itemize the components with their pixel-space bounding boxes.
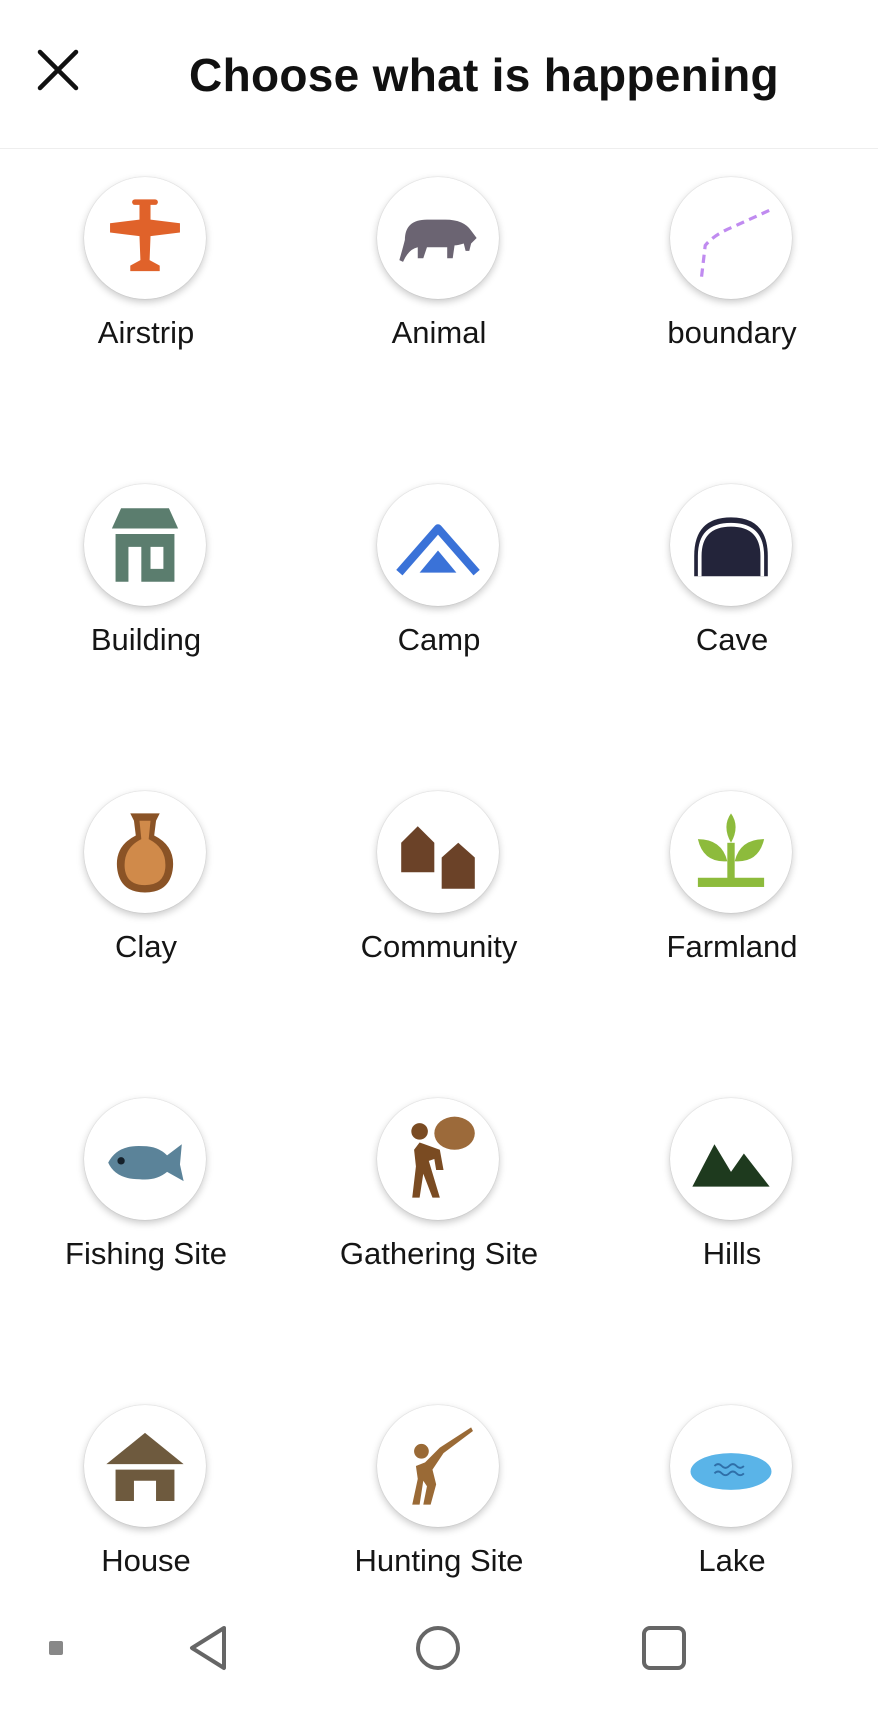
boar-icon <box>399 219 477 262</box>
recents-button[interactable] <box>640 1624 688 1672</box>
header-bar: Choose what is happening <box>0 0 878 149</box>
category-boundary[interactable]: boundary <box>586 149 878 449</box>
category-cave[interactable]: Cave <box>586 456 878 756</box>
category-label: Fishing Site <box>65 1236 227 1271</box>
category-icon-circle <box>377 1098 499 1220</box>
building-icon <box>111 508 179 582</box>
community-huts-icon <box>401 826 475 889</box>
house-icon <box>106 1432 184 1501</box>
category-label: Community <box>360 929 518 964</box>
category-icon-circle <box>670 1405 792 1527</box>
home-circle-icon <box>416 1626 460 1670</box>
close-button[interactable] <box>28 40 88 100</box>
category-community[interactable]: Community <box>293 763 585 1063</box>
category-icon-circle <box>377 1405 499 1527</box>
category-icon-circle <box>84 791 206 913</box>
category-label: Hunting Site <box>354 1543 524 1578</box>
recents-square-icon <box>642 1626 686 1670</box>
category-label: Lake <box>698 1543 766 1578</box>
clay-pot-icon <box>116 813 174 893</box>
category-icon-circle <box>377 484 499 606</box>
category-label: boundary <box>667 315 797 350</box>
dashed-line-icon <box>699 207 774 277</box>
category-label: Airstrip <box>97 315 195 350</box>
category-icon-circle <box>377 177 499 299</box>
category-label: Building <box>90 622 202 657</box>
category-grid: Airstrip Animal boundary Building Camp C… <box>0 149 878 1590</box>
back-button[interactable] <box>186 1624 234 1672</box>
category-label: Clay <box>114 929 177 964</box>
category-camp[interactable]: Camp <box>293 456 585 756</box>
category-label: Cave <box>695 622 769 657</box>
category-icon-circle <box>84 177 206 299</box>
category-label: Camp <box>397 622 481 657</box>
category-icon-circle <box>670 1098 792 1220</box>
category-icon-circle <box>84 1098 206 1220</box>
category-label: Hills <box>702 1236 762 1271</box>
category-icon-circle <box>670 177 792 299</box>
close-icon <box>37 49 79 91</box>
category-hunting-site[interactable]: Hunting Site <box>293 1377 585 1590</box>
sprout-icon <box>697 813 765 887</box>
cave-icon <box>694 517 768 577</box>
category-label: Farmland <box>666 929 798 964</box>
category-building[interactable]: Building <box>0 456 292 756</box>
hills-icon <box>692 1144 770 1187</box>
category-icon-circle <box>377 791 499 913</box>
back-triangle-icon <box>190 1626 226 1670</box>
category-icon-circle <box>84 484 206 606</box>
category-label: Gathering Site <box>339 1236 539 1271</box>
category-house[interactable]: House <box>0 1377 292 1590</box>
gatherer-icon <box>411 1116 475 1198</box>
category-icon-circle <box>670 791 792 913</box>
nav-dot-button[interactable] <box>48 1640 64 1656</box>
category-clay[interactable]: Clay <box>0 763 292 1063</box>
lake-icon <box>690 1453 772 1490</box>
tent-icon <box>396 524 480 576</box>
category-label: Animal <box>391 315 487 350</box>
hunter-icon <box>412 1427 473 1505</box>
category-animal[interactable]: Animal <box>293 149 585 449</box>
category-airstrip[interactable]: Airstrip <box>0 149 292 449</box>
category-hills[interactable]: Hills <box>586 1070 878 1370</box>
category-icon-circle <box>84 1405 206 1527</box>
category-lake[interactable]: Lake <box>586 1377 878 1590</box>
airplane-icon <box>110 199 180 272</box>
nav-dot-icon <box>49 1641 63 1655</box>
category-label: House <box>101 1543 191 1578</box>
system-nav-bar <box>0 1590 878 1712</box>
category-gathering-site[interactable]: Gathering Site <box>293 1070 585 1370</box>
category-farmland[interactable]: Farmland <box>586 763 878 1063</box>
home-button[interactable] <box>414 1624 462 1672</box>
category-fishing-site[interactable]: Fishing Site <box>0 1070 292 1370</box>
page-title: Choose what is happening <box>189 49 779 101</box>
category-icon-circle <box>670 484 792 606</box>
fish-icon <box>108 1144 184 1182</box>
